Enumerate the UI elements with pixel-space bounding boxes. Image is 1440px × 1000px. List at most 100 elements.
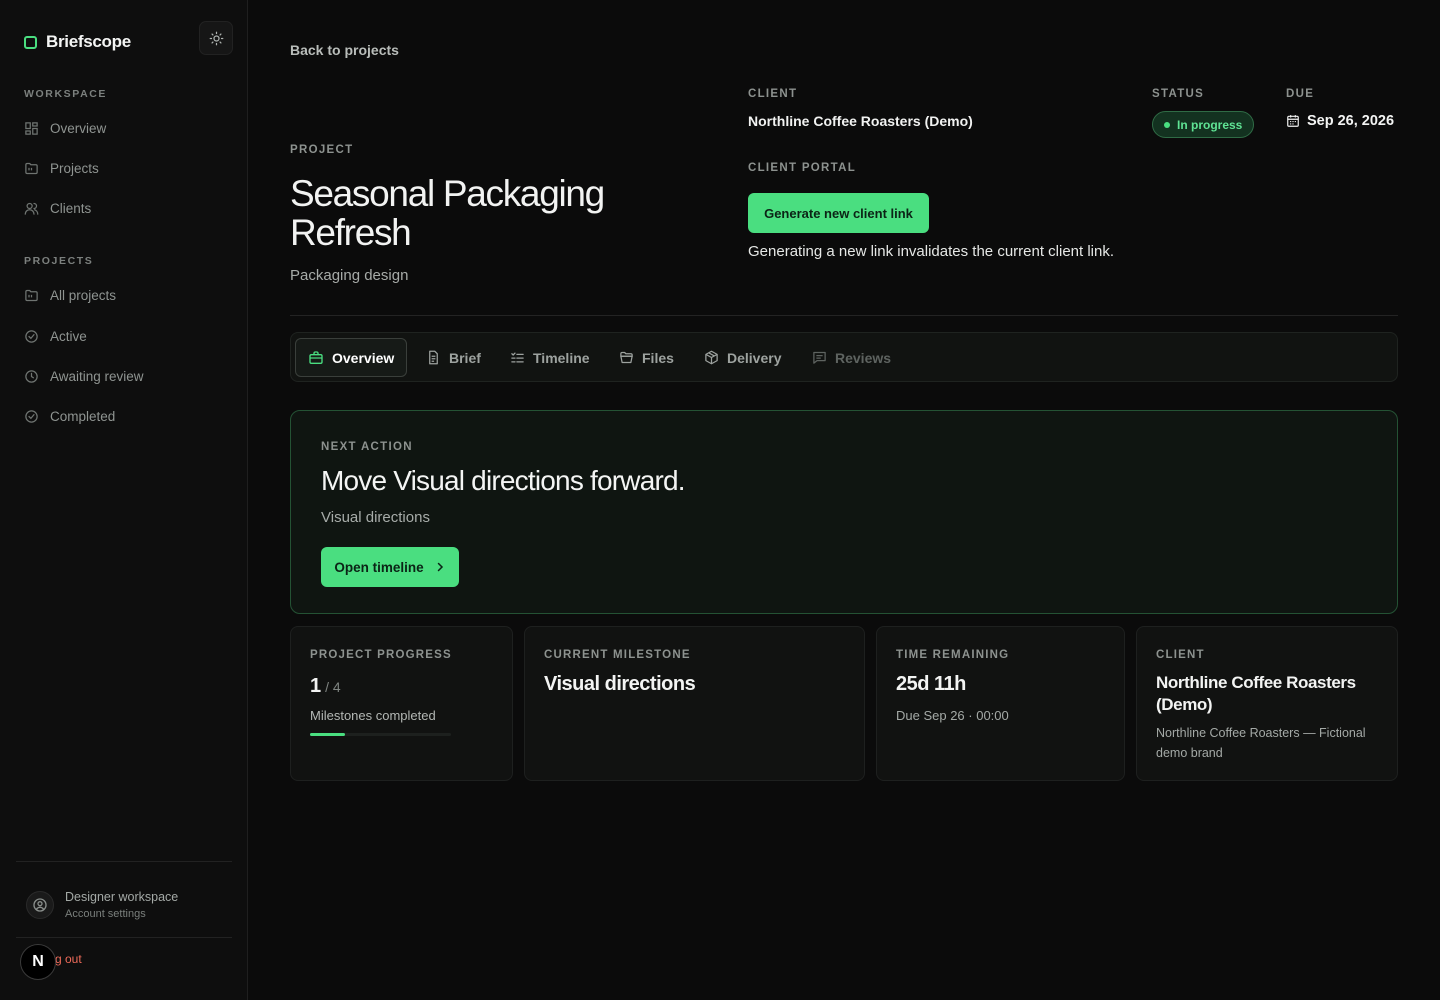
client-label: CLIENT — [748, 88, 798, 100]
time-remaining-card: TIME REMAINING 25d 11h Due Sep 26 · 00:0… — [876, 626, 1125, 781]
sidebar-item-label: Overview — [50, 120, 107, 136]
time-remaining-caption: Due Sep 26 · 00:00 — [896, 708, 1009, 723]
client-portal-label: CLIENT PORTAL — [748, 162, 857, 174]
sidebar-item-label: All projects — [50, 287, 117, 303]
sidebar-item-all-projects[interactable]: All projects — [24, 285, 116, 305]
client-card: CLIENT Northline Coffee Roasters (Demo) … — [1136, 626, 1398, 781]
status-dot-icon — [1164, 121, 1170, 128]
sidebar: Briefscope WORKSPACE Overview Projects C… — [0, 0, 248, 1000]
open-timeline-label: Open timeline — [334, 559, 424, 575]
account-settings-link[interactable]: Designer workspace Account settings — [26, 890, 178, 920]
project-progress-card: PROJECT PROGRESS 1 / 4 Milestones comple… — [290, 626, 513, 781]
status-label: STATUS — [1152, 88, 1205, 100]
tab-files[interactable]: Files — [607, 338, 686, 377]
next-action-card: NEXT ACTION Move Visual directions forwa… — [290, 410, 1398, 614]
client-portal-note: Generating a new link invalidates the cu… — [748, 243, 1115, 260]
calendar-icon — [1287, 115, 1299, 127]
users-icon — [24, 202, 39, 215]
clock-icon — [25, 369, 38, 383]
next-action-milestone: Visual directions — [321, 509, 430, 526]
tab-label: Reviews — [835, 349, 892, 366]
stat-label: CURRENT MILESTONE — [544, 649, 691, 661]
sidebar-item-label: Awaiting review — [50, 368, 144, 384]
sidebar-divider — [16, 937, 232, 938]
list-check-icon — [511, 352, 524, 363]
due-date: Sep 26, 2026 — [1286, 113, 1394, 129]
project-tabs: Overview Brief Timeline Files Delivery R… — [290, 332, 1398, 382]
sidebar-item-clients[interactable]: Clients — [24, 198, 91, 218]
sidebar-item-completed[interactable]: Completed — [24, 406, 115, 426]
brand-logo[interactable]: Briefscope — [24, 32, 131, 52]
briefcase-icon — [309, 350, 323, 364]
generate-client-link-button[interactable]: Generate new client link — [748, 193, 929, 233]
stat-label: PROJECT PROGRESS — [310, 649, 452, 661]
time-remaining-value: 25d 11h — [896, 673, 966, 695]
grid-icon — [25, 121, 38, 135]
tab-label: Delivery — [727, 349, 782, 366]
project-label: PROJECT — [290, 144, 354, 156]
tab-delivery[interactable]: Delivery — [692, 338, 793, 377]
folder-icon — [25, 289, 38, 301]
sidebar-item-projects[interactable]: Projects — [24, 158, 99, 178]
progress-total: / 4 — [325, 679, 341, 695]
tab-label: Timeline — [533, 349, 590, 366]
tab-brief[interactable]: Brief — [414, 338, 493, 377]
theme-toggle-button[interactable] — [199, 21, 233, 55]
projects-section-label: PROJECTS — [24, 255, 94, 267]
tab-label: Overview — [332, 349, 395, 366]
client-card-name: Northline Coffee Roasters (Demo) — [1156, 673, 1356, 714]
app-name: Briefscope — [46, 32, 131, 51]
sidebar-item-label: Active — [50, 328, 87, 344]
account-settings-label: Account settings — [65, 908, 146, 920]
sidebar-divider — [16, 861, 232, 862]
account-name: Designer workspace — [65, 890, 179, 904]
progress-value: 1 / 4 — [310, 675, 341, 698]
progress-caption: Milestones completed — [310, 708, 436, 723]
sidebar-item-active[interactable]: Active — [24, 326, 87, 346]
progress-completed: 1 — [310, 675, 322, 697]
progress-bar — [310, 733, 451, 736]
check-circle-icon — [25, 409, 38, 423]
avatar — [26, 891, 54, 919]
sidebar-item-label: Clients — [50, 200, 92, 216]
sidebar-item-label: Projects — [50, 160, 99, 176]
check-circle-icon — [25, 329, 38, 343]
tab-label: Brief — [449, 349, 481, 366]
header-divider — [290, 315, 1398, 316]
tab-reviews[interactable]: Reviews — [800, 338, 903, 377]
project-type: Packaging design — [290, 267, 409, 284]
message-icon — [813, 351, 826, 364]
sidebar-item-awaiting-review[interactable]: Awaiting review — [24, 366, 144, 386]
chevron-right-icon — [437, 562, 443, 572]
folder-icon — [25, 162, 38, 174]
package-icon — [705, 350, 718, 365]
user-circle-icon — [33, 898, 47, 912]
stat-label: CLIENT — [1156, 649, 1205, 661]
document-icon — [429, 350, 438, 365]
sidebar-item-label: Completed — [50, 408, 116, 424]
current-milestone-card: CURRENT MILESTONE Visual directions — [524, 626, 865, 781]
client-card-description: Northline Coffee Roasters — Fictional de… — [1156, 726, 1366, 760]
stat-label: TIME REMAINING — [896, 649, 1010, 661]
workspace-section-label: WORKSPACE — [24, 88, 108, 100]
page-title: Seasonal Packaging Refresh — [290, 173, 605, 253]
progress-bar-fill — [310, 733, 346, 736]
back-to-projects-link[interactable]: Back to projects — [290, 42, 399, 58]
sidebar-item-overview[interactable]: Overview — [24, 118, 106, 138]
next-action-title: Move Visual directions forward. — [321, 465, 686, 496]
client-name: Northline Coffee Roasters (Demo) — [748, 113, 973, 129]
due-date-value: Sep 26, 2026 — [1307, 113, 1395, 129]
logout-button[interactable]: g out — [55, 952, 82, 966]
tab-overview[interactable]: Overview — [295, 338, 408, 377]
logo-square-icon — [24, 35, 37, 49]
next-action-label: NEXT ACTION — [321, 441, 413, 453]
due-label: DUE — [1286, 88, 1315, 100]
tab-label: Files — [642, 349, 674, 366]
tab-timeline[interactable]: Timeline — [498, 338, 602, 377]
folder-open-icon — [620, 351, 633, 364]
current-milestone-value: Visual directions — [544, 673, 696, 695]
open-timeline-button[interactable]: Open timeline — [321, 547, 459, 587]
status-value: In progress — [1177, 117, 1243, 132]
n-badge-icon[interactable]: N — [20, 944, 56, 980]
sun-icon — [209, 31, 223, 45]
